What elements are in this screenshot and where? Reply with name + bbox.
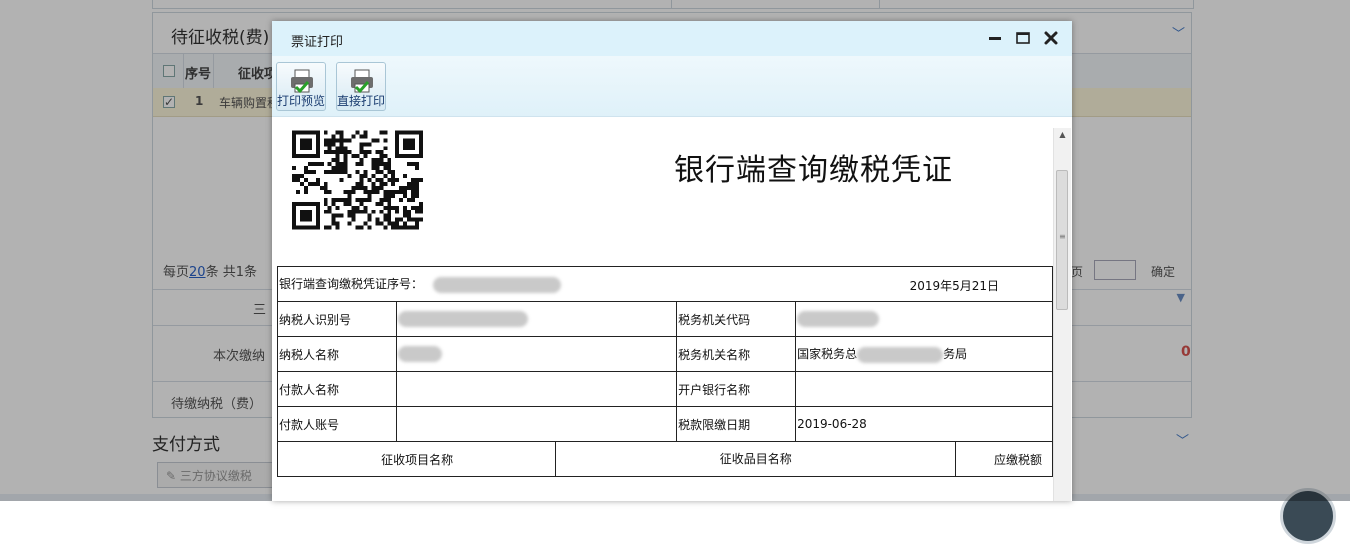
taxpayer-name-label: 纳税人名称 <box>277 336 397 372</box>
minimize-icon[interactable] <box>986 28 1004 48</box>
tax-authority-name-suffix: 务局 <box>943 347 968 362</box>
bank-name-label: 开户银行名称 <box>676 371 797 407</box>
dialog-title: 票证打印 <box>291 35 344 50</box>
payer-name-label: 付款人名称 <box>277 371 397 407</box>
tax-authority-name-redacted <box>857 346 944 363</box>
print-preview-button[interactable]: 打印预览 <box>276 62 326 111</box>
serial-redacted <box>432 276 561 293</box>
printer-icon <box>351 69 373 94</box>
print-dialog: 票证打印 打印预览 直接打印 银行端查询缴税凭证 银行端查询缴税凭证序号： 20… <box>272 21 1072 501</box>
printer-preview-icon <box>291 69 313 94</box>
vertical-scrollbar[interactable]: ▲ ≡ <box>1053 128 1071 501</box>
direct-print-label: 直接打印 <box>337 94 386 108</box>
maximize-icon[interactable] <box>1014 28 1032 48</box>
qr-code-icon <box>292 130 423 230</box>
payment-deadline-label: 税款限缴日期 <box>676 406 797 442</box>
certificate-table: 银行端查询缴税凭证序号： 2019年5月21日 纳税人识别号 税务机关代码 纳税… <box>276 266 1053 477</box>
direct-print-button[interactable]: 直接打印 <box>336 62 386 111</box>
table-row: 付款人名称 开户银行名称 <box>277 371 1053 407</box>
certificate-date: 2019年5月21日 <box>909 279 1000 293</box>
taxpayer-id-label: 纳税人识别号 <box>277 301 397 337</box>
col-tax-due: 应缴税额 <box>993 452 1042 467</box>
taxpayer-name-redacted <box>397 346 442 362</box>
scroll-up-icon[interactable]: ▲ <box>1054 128 1071 142</box>
table-header-row: 征收项目名称 征收品目名称 应缴税额 <box>276 441 1053 477</box>
serial-row: 银行端查询缴税凭证序号： 2019年5月21日 <box>276 266 1053 302</box>
print-preview-label: 打印预览 <box>277 94 326 108</box>
col-levy-item: 征收项目名称 <box>276 441 557 477</box>
col-levy-category: 征收品目名称 <box>557 442 957 476</box>
tax-authority-name-label: 税务机关名称 <box>676 336 797 372</box>
close-icon[interactable] <box>1042 28 1060 48</box>
scroll-thumb[interactable]: ≡ <box>1056 170 1068 310</box>
table-row: 纳税人名称 税务机关名称 国家税务总 务局 <box>277 336 1053 372</box>
payment-deadline-value: 2019-06-28 <box>795 406 1053 442</box>
serial-label: 银行端查询缴税凭证序号： <box>279 277 424 292</box>
dialog-titlebar[interactable]: 票证打印 <box>272 21 1072 56</box>
tax-authority-name-prefix: 国家税务总 <box>797 347 858 362</box>
certificate-title: 银行端查询缴税凭证 <box>674 153 953 188</box>
certificate-preview: 银行端查询缴税凭证 银行端查询缴税凭证序号： 2019年5月21日 纳税人识别号… <box>272 117 1053 501</box>
tax-authority-code-redacted <box>797 311 880 327</box>
taxpayer-id-redacted <box>397 311 528 327</box>
payer-account-label: 付款人账号 <box>277 406 397 442</box>
table-row: 付款人账号 税款限缴日期 2019-06-28 <box>277 406 1053 442</box>
table-row: 纳税人识别号 税务机关代码 <box>277 301 1053 337</box>
tax-authority-code-label: 税务机关代码 <box>676 301 797 337</box>
dialog-toolbar: 打印预览 直接打印 <box>272 56 1072 117</box>
